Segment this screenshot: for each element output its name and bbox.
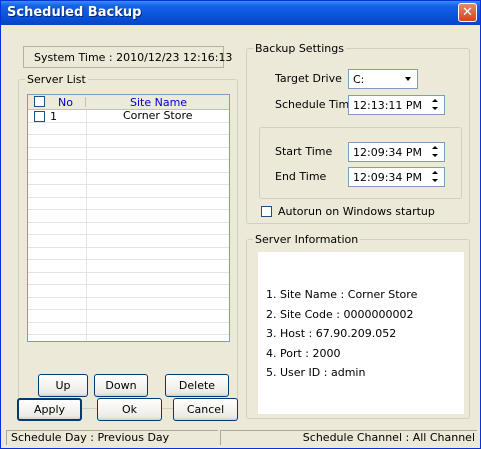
table-row-empty [28, 247, 229, 260]
column-header-site-name[interactable]: Site Name [130, 96, 187, 109]
scheduled-backup-window: Scheduled Backup ✕ System Time : 2010/12… [0, 0, 481, 449]
start-time-input[interactable]: 12:09:34 PM [348, 142, 445, 162]
server-list-label: Server List [25, 73, 88, 86]
server-information-group: Server Information 1. Site Name : Corner… [246, 233, 470, 419]
start-time-label: Start Time [275, 145, 333, 158]
header-divider [85, 97, 86, 107]
table-row-empty [28, 209, 229, 223]
table-row-empty [28, 172, 229, 185]
spin-down-icon[interactable] [428, 177, 443, 185]
spin-up-icon[interactable] [428, 169, 443, 177]
close-icon: ✕ [462, 5, 473, 20]
target-drive-select[interactable]: C: [348, 69, 418, 89]
server-info-panel: 1. Site Name : Corner Store 2. Site Code… [258, 252, 464, 414]
end-time-input[interactable]: 12:09:34 PM [348, 167, 445, 187]
schedule-time-spinner[interactable] [428, 97, 443, 113]
table-row-empty [28, 134, 229, 148]
close-button[interactable]: ✕ [458, 3, 477, 22]
backup-settings-label: Backup Settings [253, 42, 346, 55]
table-row-empty [28, 147, 229, 160]
end-time-label: End Time [275, 170, 327, 183]
spin-up-icon[interactable] [428, 144, 443, 152]
start-time-spinner[interactable] [428, 144, 443, 160]
spin-down-icon[interactable] [428, 105, 443, 113]
info-user-id: 5. User ID : admin [266, 366, 366, 379]
dialog-body: System Time : 2010/12/23 12:16:13 Server… [4, 26, 477, 445]
status-bar: Schedule Day : Previous Day Schedule Cha… [4, 430, 477, 445]
server-list-view[interactable]: No Site Name 1 Corner Store [27, 94, 230, 342]
table-row-empty [28, 297, 229, 310]
table-row-empty [28, 159, 229, 173]
row-checkbox[interactable] [34, 111, 45, 122]
start-time-value: 12:09:34 PM [353, 146, 423, 159]
select-all-checkbox[interactable] [34, 96, 45, 107]
time-range-box: Start Time 12:09:34 PM End Time 12:09:34… [259, 127, 462, 199]
chevron-down-icon[interactable] [400, 71, 416, 87]
schedule-time-value: 12:13:11 PM [353, 99, 423, 112]
table-row-empty [28, 334, 229, 341]
table-row-empty [28, 122, 229, 135]
info-site-name: 1. Site Name : Corner Store [266, 288, 418, 301]
row-no: 1 [50, 110, 57, 123]
table-row-empty [28, 309, 229, 323]
apply-button[interactable]: Apply [17, 398, 82, 421]
info-site-code: 2. Site Code : 0000000002 [266, 308, 414, 321]
autorun-checkbox[interactable] [261, 206, 272, 217]
status-schedule-channel: Schedule Channel : All Channel [220, 430, 477, 445]
server-list-group: Server List No Site Name 1 Corner Store … [18, 73, 238, 409]
server-list-header: No Site Name [28, 95, 229, 110]
up-button[interactable]: Up [38, 374, 88, 397]
table-row[interactable]: 1 Corner Store [28, 110, 229, 123]
status-schedule-day: Schedule Day : Previous Day [6, 430, 218, 445]
table-row-empty [28, 222, 229, 235]
table-row-empty [28, 284, 229, 298]
server-information-label: Server Information [253, 233, 361, 246]
cancel-button[interactable]: Cancel [173, 398, 238, 421]
info-port: 4. Port : 2000 [266, 347, 341, 360]
table-row-empty [28, 234, 229, 248]
table-row-empty [28, 197, 229, 210]
row-no-cell: 1 [28, 110, 87, 123]
ok-button[interactable]: Ok [97, 398, 162, 421]
table-row-empty [28, 272, 229, 285]
title-bar[interactable]: Scheduled Backup ✕ [1, 1, 480, 25]
row-site-name: Corner Store [86, 110, 229, 123]
column-header-no[interactable]: No [58, 96, 73, 109]
end-time-spinner[interactable] [428, 169, 443, 185]
end-time-value: 12:09:34 PM [353, 171, 423, 184]
spin-down-icon[interactable] [428, 152, 443, 160]
spin-up-icon[interactable] [428, 97, 443, 105]
target-drive-value: C: [353, 73, 365, 86]
server-table: 1 Corner Store [28, 110, 229, 341]
table-row-empty [28, 259, 229, 273]
system-time-box: System Time : 2010/12/23 12:16:13 [23, 46, 232, 68]
target-drive-label: Target Drive [275, 72, 342, 85]
down-button[interactable]: Down [94, 374, 148, 397]
info-host: 3. Host : 67.90.209.052 [266, 327, 397, 340]
schedule-time-label: Schedule Time [275, 98, 356, 111]
autorun-label[interactable]: Autorun on Windows startup [278, 205, 435, 218]
system-time-text: System Time : 2010/12/23 12:16:13 [34, 51, 233, 64]
table-row-empty [28, 322, 229, 335]
backup-settings-group: Backup Settings Target Drive C: Schedule… [246, 42, 470, 224]
table-row-empty [28, 184, 229, 198]
window-title: Scheduled Backup [7, 5, 142, 20]
schedule-time-input[interactable]: 12:13:11 PM [348, 95, 445, 115]
server-list-body: 1 Corner Store [28, 110, 229, 341]
delete-button[interactable]: Delete [165, 374, 229, 397]
